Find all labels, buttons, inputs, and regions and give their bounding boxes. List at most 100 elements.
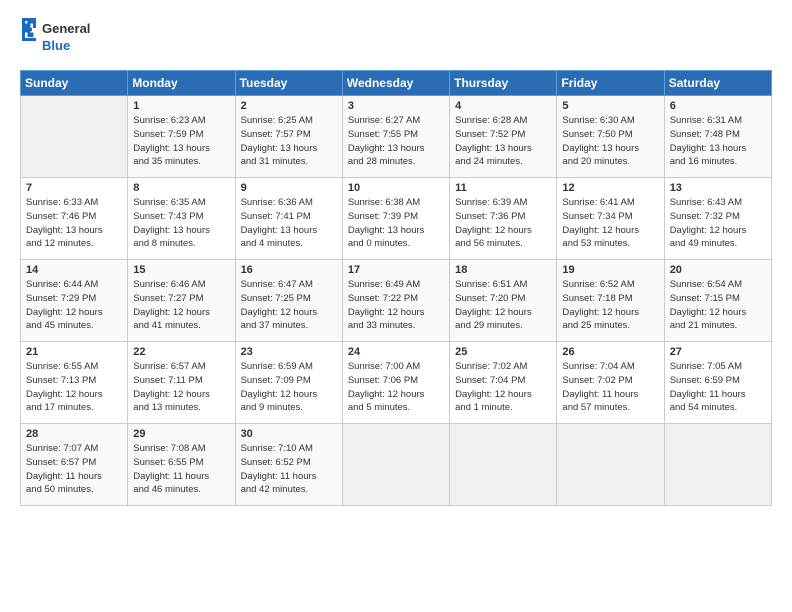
- cell-info: Sunrise: 6:25 AMSunset: 7:57 PMDaylight:…: [241, 114, 337, 169]
- sunrise-sunset-text: Sunrise: 6:54 AM: [670, 278, 766, 292]
- calendar-cell: 23 Sunrise: 6:59 AMSunset: 7:09 PMDayligh…: [235, 342, 342, 424]
- day-number: 6: [670, 100, 766, 112]
- daylight-text: Daylight: 12 hours: [455, 224, 551, 238]
- day-number: 8: [133, 182, 229, 194]
- svg-text:General: General: [42, 21, 90, 36]
- daylight-text: and 37 minutes.: [241, 319, 337, 333]
- daylight-text: Daylight: 13 hours: [241, 224, 337, 238]
- sunrise-sunset-text: Sunrise: 6:47 AM: [241, 278, 337, 292]
- header: General Blue: [20, 16, 772, 60]
- day-number: 21: [26, 346, 122, 358]
- calendar-week: 14Sunrise: 6:44 AMSunset: 7:29 PMDayligh…: [21, 260, 772, 342]
- daylight-text: Daylight: 11 hours: [133, 470, 229, 484]
- day-number: 23: [241, 346, 337, 358]
- daylight-text: Daylight: 11 hours: [241, 470, 337, 484]
- sunrise-sunset-text: Sunset: 7:06 PM: [348, 374, 444, 388]
- sunrise-sunset-text: Sunset: 7:48 PM: [670, 128, 766, 142]
- sunrise-sunset-text: Sunset: 7:18 PM: [562, 292, 658, 306]
- daylight-text: and 33 minutes.: [348, 319, 444, 333]
- day-number: 22: [133, 346, 229, 358]
- calendar-week: 21Sunrise: 6:55 AMSunset: 7:13 PMDayligh…: [21, 342, 772, 424]
- daylight-text: Daylight: 12 hours: [670, 224, 766, 238]
- cell-info: Sunrise: 7:04 AMSunset: 7:02 PMDaylight:…: [562, 360, 658, 415]
- sunrise-sunset-text: Sunset: 7:52 PM: [455, 128, 551, 142]
- sunrise-sunset-text: Sunset: 7:39 PM: [348, 210, 444, 224]
- daylight-text: and 57 minutes.: [562, 401, 658, 415]
- cell-info: Sunrise: 6:38 AMSunset: 7:39 PMDaylight:…: [348, 196, 444, 251]
- daylight-text: and 16 minutes.: [670, 155, 766, 169]
- daylight-text: Daylight: 13 hours: [348, 142, 444, 156]
- calendar-cell: 15Sunrise: 6:46 AMSunset: 7:27 PMDayligh…: [128, 260, 235, 342]
- calendar-cell: 18Sunrise: 6:51 AMSunset: 7:20 PMDayligh…: [450, 260, 557, 342]
- cell-info: Sunrise: 6:35 AMSunset: 7:43 PMDaylight:…: [133, 196, 229, 251]
- calendar-week: 7Sunrise: 6:33 AMSunset: 7:46 PMDaylight…: [21, 178, 772, 260]
- daylight-text: Daylight: 11 hours: [26, 470, 122, 484]
- calendar-cell: 9 Sunrise: 6:36 AMSunset: 7:41 PMDaylight…: [235, 178, 342, 260]
- sunrise-sunset-text: Sunrise: 6:28 AM: [455, 114, 551, 128]
- daylight-text: and 17 minutes.: [26, 401, 122, 415]
- cell-info: Sunrise: 6:59 AMSunset: 7:09 PMDaylight:…: [241, 360, 337, 415]
- daylight-text: and 25 minutes.: [562, 319, 658, 333]
- sunrise-sunset-text: Sunrise: 7:00 AM: [348, 360, 444, 374]
- calendar-cell: 13Sunrise: 6:43 AMSunset: 7:32 PMDayligh…: [664, 178, 771, 260]
- sunrise-sunset-text: Sunset: 6:57 PM: [26, 456, 122, 470]
- day-number: 30: [241, 428, 337, 440]
- sunrise-sunset-text: Sunset: 7:13 PM: [26, 374, 122, 388]
- daylight-text: and 49 minutes.: [670, 237, 766, 251]
- calendar-cell: 11Sunrise: 6:39 AMSunset: 7:36 PMDayligh…: [450, 178, 557, 260]
- daylight-text: Daylight: 11 hours: [670, 388, 766, 402]
- sunrise-sunset-text: Sunrise: 6:59 AM: [241, 360, 337, 374]
- sunrise-sunset-text: Sunrise: 6:49 AM: [348, 278, 444, 292]
- calendar-cell: 26Sunrise: 7:04 AMSunset: 7:02 PMDayligh…: [557, 342, 664, 424]
- cell-info: Sunrise: 7:07 AMSunset: 6:57 PMDaylight:…: [26, 442, 122, 497]
- daylight-text: Daylight: 12 hours: [26, 388, 122, 402]
- sunrise-sunset-text: Sunrise: 6:52 AM: [562, 278, 658, 292]
- daylight-text: Daylight: 13 hours: [133, 224, 229, 238]
- calendar-cell: 2Sunrise: 6:25 AMSunset: 7:57 PMDaylight…: [235, 96, 342, 178]
- daylight-text: Daylight: 13 hours: [26, 224, 122, 238]
- sunrise-sunset-text: Sunset: 7:41 PM: [241, 210, 337, 224]
- calendar-cell: 28 Sunrise: 7:07 AMSunset: 6:57 PMDayligh…: [21, 424, 128, 506]
- sunrise-sunset-text: Sunrise: 6:36 AM: [241, 196, 337, 210]
- daylight-text: and 46 minutes.: [133, 483, 229, 497]
- daylight-text: Daylight: 13 hours: [562, 142, 658, 156]
- weekday-header: Sunday: [21, 71, 128, 96]
- sunrise-sunset-text: Sunrise: 6:51 AM: [455, 278, 551, 292]
- daylight-text: and 5 minutes.: [348, 401, 444, 415]
- daylight-text: and 31 minutes.: [241, 155, 337, 169]
- cell-info: Sunrise: 6:31 AMSunset: 7:48 PMDaylight:…: [670, 114, 766, 169]
- daylight-text: and 1 minute.: [455, 401, 551, 415]
- daylight-text: and 50 minutes.: [26, 483, 122, 497]
- cell-info: Sunrise: 6:39 AMSunset: 7:36 PMDaylight:…: [455, 196, 551, 251]
- daylight-text: Daylight: 12 hours: [26, 306, 122, 320]
- weekday-header: Tuesday: [235, 71, 342, 96]
- day-number: 17: [348, 264, 444, 276]
- calendar-cell: 7Sunrise: 6:33 AMSunset: 7:46 PMDaylight…: [21, 178, 128, 260]
- cell-info: Sunrise: 6:51 AMSunset: 7:20 PMDaylight:…: [455, 278, 551, 333]
- cell-info: Sunrise: 6:52 AMSunset: 7:18 PMDaylight:…: [562, 278, 658, 333]
- sunrise-sunset-text: Sunset: 6:55 PM: [133, 456, 229, 470]
- day-number: 5: [562, 100, 658, 112]
- logo: General Blue: [20, 16, 100, 60]
- day-number: 25: [455, 346, 551, 358]
- general-blue-logo: General Blue: [20, 16, 100, 60]
- sunrise-sunset-text: Sunrise: 6:55 AM: [26, 360, 122, 374]
- day-number: 9: [241, 182, 337, 194]
- cell-info: Sunrise: 6:27 AMSunset: 7:55 PMDaylight:…: [348, 114, 444, 169]
- day-number: 27: [670, 346, 766, 358]
- daylight-text: Daylight: 12 hours: [562, 306, 658, 320]
- daylight-text: Daylight: 12 hours: [562, 224, 658, 238]
- daylight-text: Daylight: 13 hours: [348, 224, 444, 238]
- sunrise-sunset-text: Sunrise: 7:08 AM: [133, 442, 229, 456]
- daylight-text: and 21 minutes.: [670, 319, 766, 333]
- sunrise-sunset-text: Sunset: 7:36 PM: [455, 210, 551, 224]
- calendar-cell: 16Sunrise: 6:47 AMSunset: 7:25 PMDayligh…: [235, 260, 342, 342]
- sunrise-sunset-text: Sunrise: 6:23 AM: [133, 114, 229, 128]
- day-number: 28: [26, 428, 122, 440]
- daylight-text: Daylight: 12 hours: [348, 388, 444, 402]
- cell-info: Sunrise: 6:44 AMSunset: 7:29 PMDaylight:…: [26, 278, 122, 333]
- calendar-cell: 3Sunrise: 6:27 AMSunset: 7:55 PMDaylight…: [342, 96, 449, 178]
- sunrise-sunset-text: Sunrise: 7:04 AM: [562, 360, 658, 374]
- calendar-cell: 21 Sunrise: 6:55 AMSunset: 7:13 PMDayligh…: [21, 342, 128, 424]
- sunrise-sunset-text: Sunrise: 7:02 AM: [455, 360, 551, 374]
